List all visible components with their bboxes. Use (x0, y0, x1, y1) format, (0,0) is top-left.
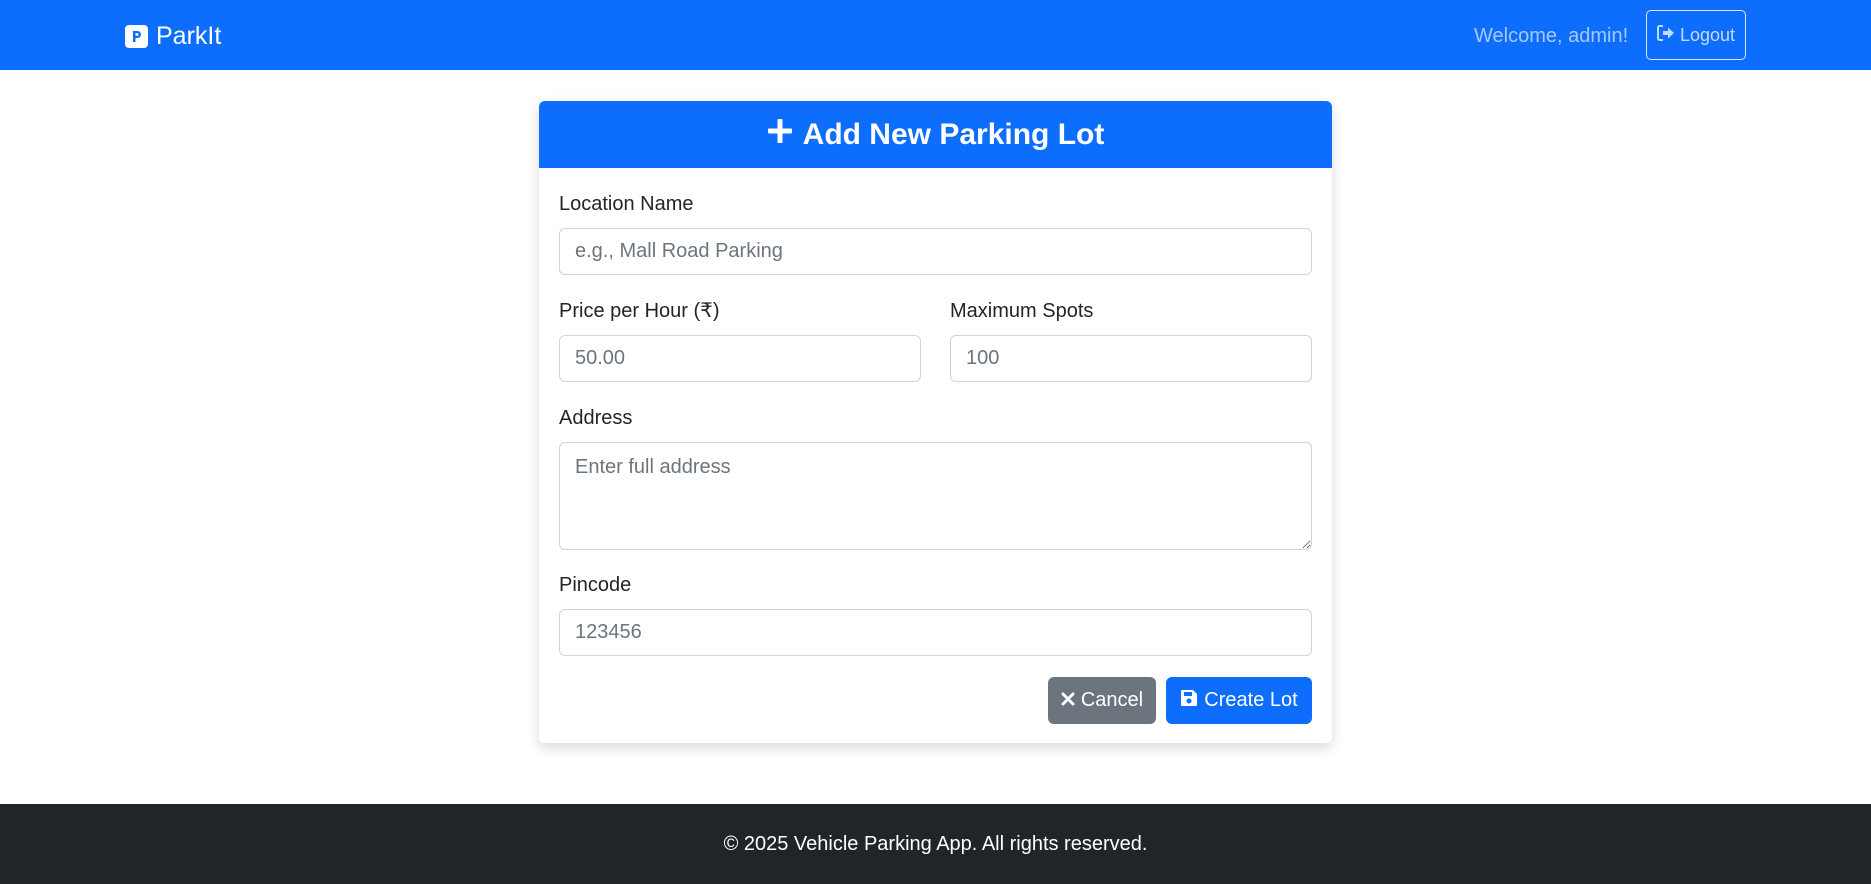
logout-label: Logout (1679, 24, 1736, 45)
brand-name: ParkIt (156, 21, 222, 50)
location-name-label: Location Name (559, 193, 694, 215)
cancel-button[interactable]: Cancel (1048, 677, 1156, 724)
create-lot-label: Create Lot (1204, 689, 1298, 711)
cancel-label: Cancel (1080, 689, 1144, 711)
create-lot-button[interactable]: Create Lot (1166, 677, 1312, 724)
pincode-label: Pincode (559, 574, 632, 596)
page-title: Add New Parking Lot (802, 117, 1105, 151)
save-icon (1180, 689, 1198, 713)
footer: © 2025 Vehicle Parking App. All rights r… (0, 804, 1871, 884)
price-per-hour-input[interactable] (559, 335, 921, 382)
address-label: Address (559, 407, 633, 429)
location-name-input[interactable] (559, 228, 1312, 275)
brand-link[interactable]: ParkIt (125, 20, 221, 52)
pincode-input[interactable] (559, 609, 1312, 656)
add-parking-lot-card: Add New Parking Lot Location Name Price … (539, 101, 1332, 743)
top-navbar: ParkIt Welcome, admin! Logout (0, 0, 1871, 70)
plus-icon (767, 118, 793, 152)
logout-icon (1656, 24, 1675, 46)
logout-button[interactable]: Logout (1646, 10, 1746, 60)
maximum-spots-input[interactable] (950, 335, 1312, 382)
welcome-text: Welcome, admin! (1474, 25, 1629, 47)
price-per-hour-label: Price per Hour (₹) (559, 300, 720, 322)
maximum-spots-label: Maximum Spots (950, 300, 1094, 322)
parking-icon (125, 24, 148, 48)
footer-text: © 2025 Vehicle Parking App. All rights r… (723, 832, 1148, 855)
card-header: Add New Parking Lot (539, 101, 1332, 168)
close-icon (1061, 689, 1075, 712)
address-textarea[interactable] (559, 442, 1312, 550)
